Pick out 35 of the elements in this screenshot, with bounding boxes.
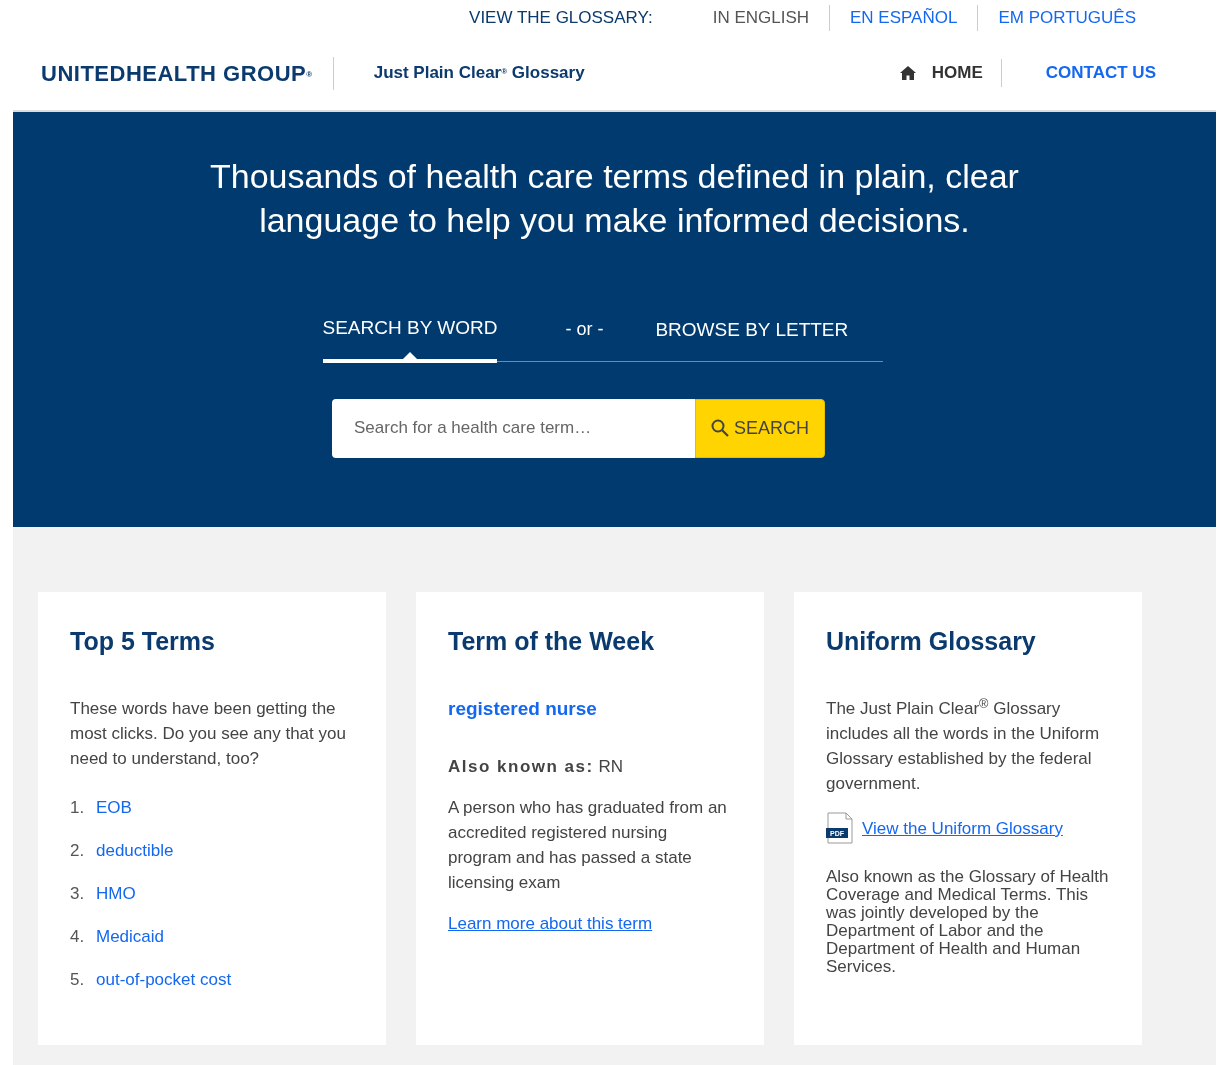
also-known-as: Also known as: RN <box>448 756 624 778</box>
site-title: Just Plain Clear$^{®}$ Glossary <box>373 62 585 85</box>
card-text: Also known as the Glossary of Health Coverage and Medical Terms. This was jointly developed by the Department of Labor and the Department of Health and Human Services. <box>826 868 1110 976</box>
list-number: 4. <box>70 926 84 948</box>
search-tab[interactable]: SEARCH BY WORD <box>322 314 498 363</box>
hero-heading: Thousands of health care terms defined in plain, clear language to help you make informed decisions. <box>209 156 1020 241</box>
search-tab[interactable]: BROWSE BY LETTER <box>655 316 849 361</box>
list-number: 3. <box>70 883 84 905</box>
list-number: 5. <box>70 969 84 991</box>
term-link[interactable]: HMO <box>96 881 136 906</box>
card-title: Top 5 Terms <box>70 626 216 656</box>
language-link[interactable]: IN ENGLISH <box>692 5 829 31</box>
language-label: VIEW THE GLOSSARY: <box>469 7 653 30</box>
card-text: These words have been getting the most clicks. Do you see any that you need to understand, too? <box>70 698 347 770</box>
language-link[interactable]: EN ESPAÑOL <box>829 5 978 31</box>
card-text: The Just Plain Clear$^{®}$ Glossary includes all the words in the Uniform Glossary established by the federal government. <box>826 696 1101 795</box>
term-link[interactable]: deductible <box>96 838 174 863</box>
list-number: 1. <box>70 797 84 819</box>
contact-link[interactable]: CONTACT US <box>1001 59 1156 87</box>
language-link[interactable]: EM PORTUGUÊS <box>977 5 1156 31</box>
card-title: Term of the Week <box>448 626 656 656</box>
search-field[interactable]: Search for a health care term… <box>332 398 695 458</box>
learn-more-link[interactable]: Learn more about this term <box>448 914 653 933</box>
tab-separator: - or - <box>565 317 604 341</box>
home-link[interactable]: HOME <box>879 59 1002 87</box>
term-link[interactable]: registered nurse <box>448 698 597 719</box>
term-link[interactable]: EOB <box>96 795 132 820</box>
list-number: 2. <box>70 840 84 862</box>
term-link[interactable]: out-of-pocket cost <box>96 967 232 992</box>
logo[interactable]: UNITEDHEALTH GROUP$^{®}$ <box>41 56 334 90</box>
search-button[interactable]: SEARCH <box>695 398 825 458</box>
pdf-link[interactable]: View the Uniform Glossary <box>862 815 1063 841</box>
term-link[interactable]: Medicaid <box>96 924 165 949</box>
term-definition: A person who has graduated from an accredited registered nursing program and has passed a state licensing exam <box>448 797 728 894</box>
card-title: Uniform Glossary <box>826 626 1037 656</box>
